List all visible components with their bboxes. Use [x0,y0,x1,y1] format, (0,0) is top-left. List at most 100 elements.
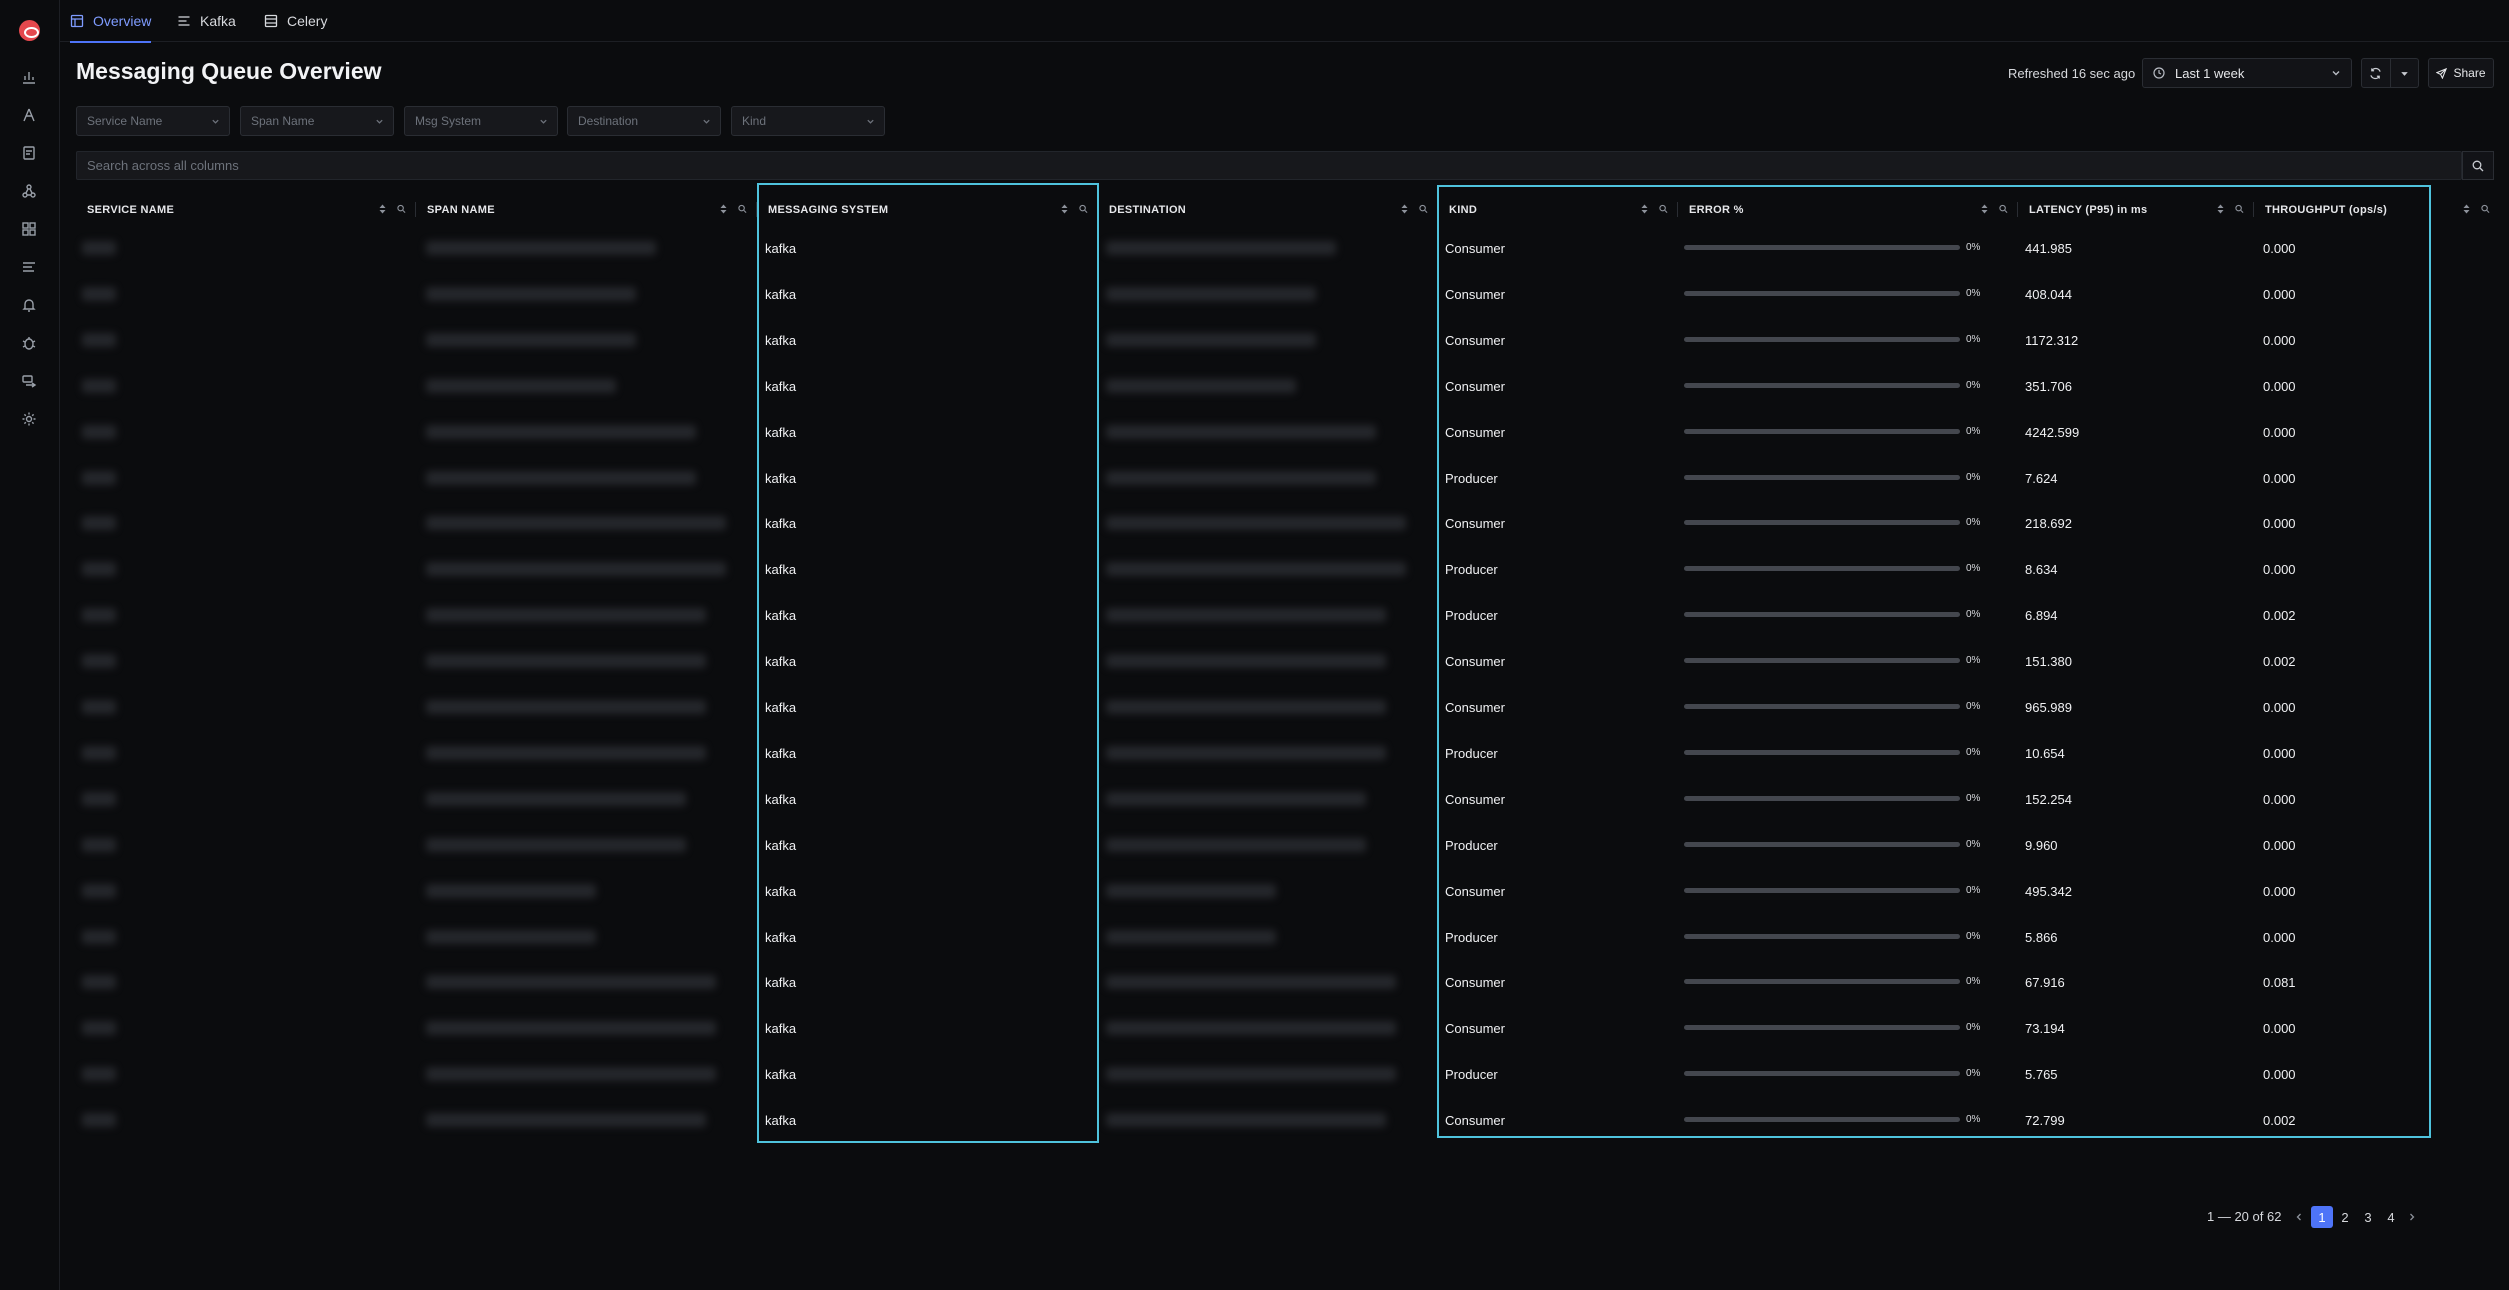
exceptions-icon[interactable] [20,334,38,352]
search-icon[interactable] [2481,204,2490,214]
filter-msg-system[interactable]: Msg System [404,106,558,136]
sort-icon[interactable] [2462,204,2471,214]
table-row[interactable]: kafka Consumer 0% 408.044 0.000 [76,271,2500,317]
column-header-latency-p95[interactable]: LATENCY (P95) in ms [2018,194,2254,225]
column-header-span-name[interactable]: SPAN NAME [416,194,757,225]
table-row[interactable]: kafka Consumer 0% 218.692 0.000 [76,500,2500,546]
table-row[interactable]: kafka Consumer 0% 4242.599 0.000 [76,409,2500,455]
filter-span-name[interactable]: Span Name [240,106,394,136]
clock-icon [2153,67,2165,79]
cell-throughput: 0.000 [2263,561,2296,577]
search-icon[interactable] [2235,204,2244,214]
chart-icon[interactable] [20,68,38,86]
prev-page-button[interactable] [2291,1206,2307,1228]
cell-throughput: 0.000 [2263,1066,2296,1082]
search-button[interactable] [2462,151,2494,180]
messaging-queues-icon[interactable] [20,372,38,390]
sidebar [0,0,60,1290]
redacted-value [82,608,116,622]
sort-icon[interactable] [719,204,728,214]
column-header-throughput[interactable]: THROUGHPUT (ops/s) [2254,194,2500,225]
table-row[interactable]: kafka Consumer 0% 151.380 0.002 [76,638,2500,684]
redacted-value [426,241,656,255]
column-header-error-percent[interactable]: ERROR % [1678,194,2018,225]
error-percent-label: 0% [1966,472,1981,483]
table-row[interactable]: kafka Consumer 0% 73.194 0.000 [76,1005,2500,1051]
next-page-button[interactable] [2404,1206,2420,1228]
service-map-icon[interactable] [20,182,38,200]
table-row[interactable]: kafka Producer 0% 8.634 0.000 [76,546,2500,592]
search-icon[interactable] [397,204,406,214]
traces-icon[interactable] [20,144,38,162]
sort-icon[interactable] [378,204,387,214]
table-row[interactable]: kafka Consumer 0% 495.342 0.000 [76,868,2500,914]
error-progress-bar [1684,979,1960,984]
table-row[interactable]: kafka Consumer 0% 1172.312 0.000 [76,317,2500,363]
cell-error-percent: 0% [1684,317,2014,363]
refresh-button[interactable] [2362,59,2390,87]
column-header-messaging-system[interactable]: MESSAGING SYSTEM [757,194,1098,225]
services-icon[interactable] [20,106,38,124]
search-icon[interactable] [1419,204,1428,214]
tab-overview-label: Overview [93,13,152,29]
table-row[interactable]: kafka Producer 0% 5.866 0.000 [76,914,2500,960]
error-progress-bar [1684,337,1960,342]
error-percent-label: 0% [1966,1022,1981,1033]
settings-icon[interactable] [20,410,38,428]
error-percent-label: 0% [1966,885,1981,896]
dashboards-icon[interactable] [20,220,38,238]
cell-messaging-system: kafka [765,515,797,531]
page-button-4[interactable]: 4 [2380,1206,2402,1228]
filter-destination[interactable]: Destination [567,106,721,136]
table-row[interactable]: kafka Consumer 0% 72.799 0.002 [76,1097,2500,1143]
error-percent-label: 0% [1966,976,1981,987]
redacted-value [82,241,116,255]
search-icon[interactable] [1079,204,1088,214]
share-button[interactable]: Share [2428,58,2494,88]
filter-kind[interactable]: Kind [731,106,885,136]
sort-icon[interactable] [1980,204,1989,214]
cell-destination [1106,684,1436,730]
table-row[interactable]: kafka Producer 0% 9.960 0.000 [76,822,2500,868]
page-button-3[interactable]: 3 [2357,1206,2379,1228]
table-row[interactable]: kafka Producer 0% 5.765 0.000 [76,1051,2500,1097]
filter-service-name[interactable]: Service Name [76,106,230,136]
search-input[interactable] [76,151,2462,180]
page-button-2[interactable]: 2 [2334,1206,2356,1228]
chevron-down-icon [376,119,383,124]
search-icon[interactable] [1999,204,2008,214]
search-icon[interactable] [1659,204,1668,214]
table-row[interactable]: kafka Consumer 0% 441.985 0.000 [76,225,2500,271]
cell-kind: Producer [1445,745,1498,761]
table-row[interactable]: kafka Consumer 0% 965.989 0.000 [76,684,2500,730]
app-root: Overview Kafka Celery Messaging Queue Ov… [0,0,2509,1290]
table-row[interactable]: kafka Producer 0% 7.624 0.000 [76,455,2500,501]
column-header-kind[interactable]: KIND [1438,194,1678,225]
sort-icon[interactable] [1060,204,1069,214]
cell-messaging-system: kafka [765,470,797,486]
sort-icon[interactable] [1640,204,1649,214]
search-icon[interactable] [738,204,747,214]
cell-messaging-system: kafka [765,883,797,899]
table-row[interactable]: kafka Consumer 0% 67.916 0.081 [76,959,2500,1005]
sort-icon[interactable] [2216,204,2225,214]
refresh-interval-dropdown[interactable] [2389,59,2419,87]
cell-span-name [426,317,756,363]
table-row[interactable]: kafka Producer 0% 6.894 0.002 [76,592,2500,638]
cell-error-percent: 0% [1684,1005,2014,1051]
table-row[interactable]: kafka Producer 0% 10.654 0.000 [76,730,2500,776]
logs-icon[interactable] [20,258,38,276]
tab-overview[interactable]: Overview [70,0,152,43]
cell-latency-p95: 152.254 [2025,791,2072,807]
tab-celery[interactable]: Celery [264,0,327,42]
column-header-service-name[interactable]: SERVICE NAME [76,194,416,225]
tab-kafka[interactable]: Kafka [177,0,236,42]
sort-icon[interactable] [1400,204,1409,214]
table-row[interactable]: kafka Consumer 0% 152.254 0.000 [76,776,2500,822]
page-button-1[interactable]: 1 [2311,1206,2333,1228]
table-row[interactable]: kafka Consumer 0% 351.706 0.000 [76,363,2500,409]
alerts-icon[interactable] [20,296,38,314]
signoz-logo-icon[interactable] [19,20,40,41]
time-range-select[interactable]: Last 1 week [2142,58,2352,88]
column-header-destination[interactable]: DESTINATION [1098,194,1438,225]
